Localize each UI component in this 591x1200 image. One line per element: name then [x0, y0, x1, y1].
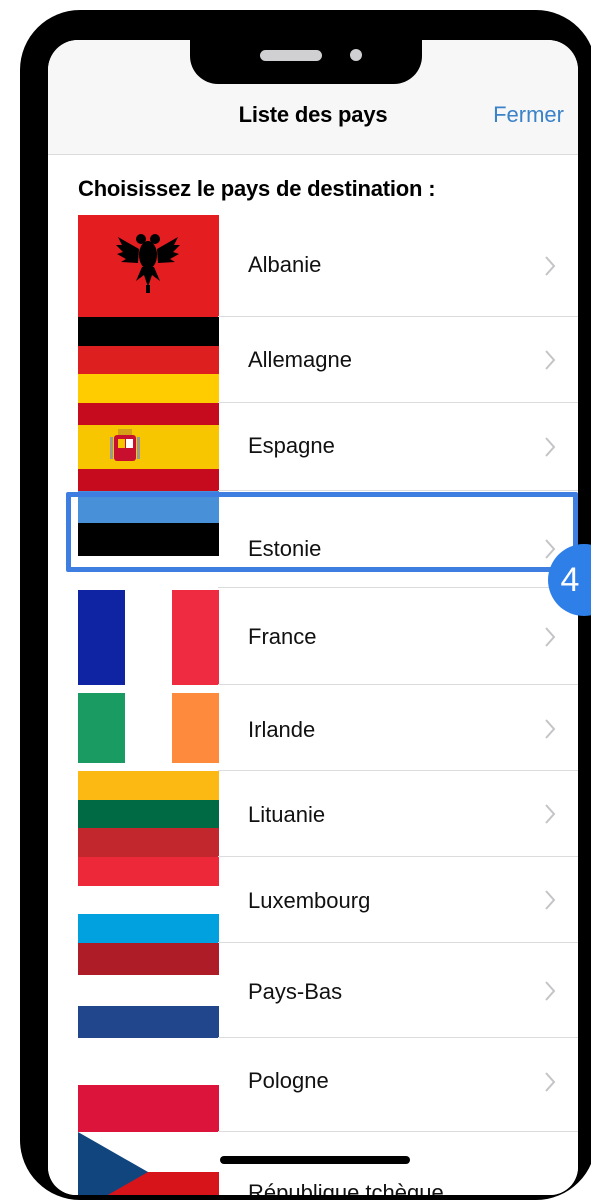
- netherlands-flag-icon: [78, 943, 219, 1038]
- chevron-right-icon: [545, 719, 556, 739]
- speaker-icon: [260, 50, 322, 61]
- country-name: Lituanie: [248, 802, 326, 827]
- country-name: France: [248, 624, 317, 649]
- ireland-flag-icon: [78, 693, 219, 763]
- chevron-right-icon: [545, 890, 556, 910]
- list-item[interactable]: France: [48, 588, 578, 685]
- list-item[interactable]: Luxembourg: [48, 857, 578, 943]
- poland-flag-icon: [78, 1038, 219, 1132]
- luxembourg-flag-icon: [78, 857, 219, 943]
- country-name: Albanie: [248, 252, 322, 277]
- country-name: République tchèque: [248, 1180, 444, 1195]
- country-name: Allemagne: [248, 347, 352, 372]
- section-header: Choisissez le pays de destination :: [78, 176, 436, 201]
- phone-screen: Liste des pays Fermer Choisissez le pays…: [48, 40, 578, 1195]
- home-indicator[interactable]: [220, 1156, 410, 1164]
- country-name: Irlande: [248, 717, 316, 742]
- camera-icon: [350, 49, 362, 61]
- chevron-right-icon: [545, 1072, 556, 1092]
- france-flag-icon: [78, 590, 219, 685]
- country-name: Pologne: [248, 1068, 329, 1093]
- highlight-box: [66, 492, 578, 572]
- phone-notch: [190, 40, 422, 84]
- list-item[interactable]: Espagne: [48, 403, 578, 491]
- list-item[interactable]: Pologne: [48, 1038, 578, 1132]
- list-item[interactable]: Pays-Bas: [48, 943, 578, 1038]
- country-name: Luxembourg: [248, 888, 371, 913]
- chevron-right-icon: [545, 350, 556, 370]
- list-item[interactable]: Lituanie: [48, 771, 578, 857]
- list-item[interactable]: Albanie: [48, 215, 578, 317]
- lithuania-flag-icon: [78, 771, 219, 857]
- country-name: Pays-Bas: [248, 979, 343, 1004]
- list-item[interactable]: Allemagne: [48, 317, 578, 403]
- germany-flag-icon: [78, 317, 219, 403]
- albania-flag-icon: [78, 215, 219, 317]
- spain-flag-icon: [78, 403, 219, 491]
- chevron-right-icon: [545, 804, 556, 824]
- list-item[interactable]: Irlande: [48, 685, 578, 771]
- chevron-right-icon: [545, 437, 556, 457]
- chevron-right-icon: [545, 981, 556, 1001]
- chevron-right-icon: [545, 627, 556, 647]
- czech-flag-icon: [78, 1132, 219, 1195]
- chevron-right-icon: [545, 256, 556, 276]
- country-name: Espagne: [248, 433, 335, 458]
- close-button[interactable]: Fermer: [493, 102, 564, 128]
